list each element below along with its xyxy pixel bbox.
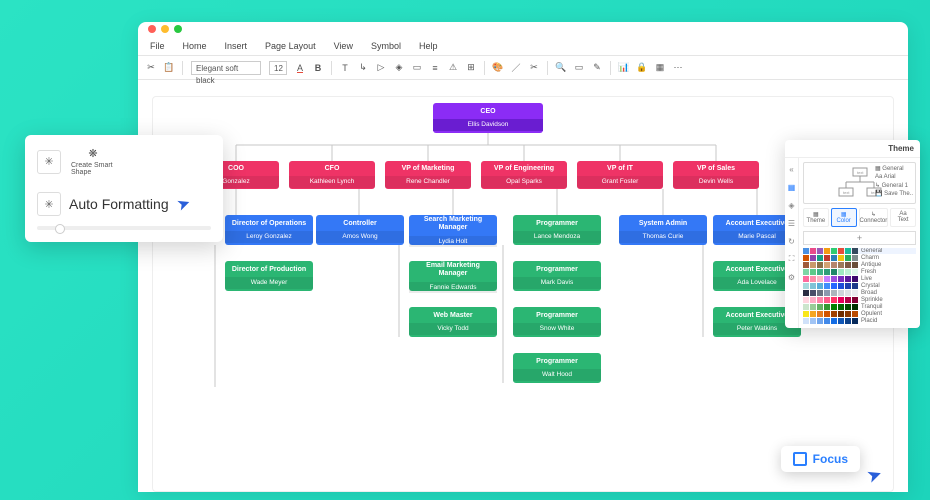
menu-symbol[interactable]: Symbol: [371, 41, 401, 51]
swatch-row[interactable]: Opulent: [803, 311, 916, 317]
bold-icon[interactable]: B: [313, 63, 323, 73]
focus-icon: [793, 452, 807, 466]
swatch-row[interactable]: General: [803, 248, 916, 254]
org-node[interactable]: Email Marketing ManagerFannie Edwards: [409, 261, 497, 291]
swatch-row[interactable]: Tranquil: [803, 304, 916, 310]
org-chart: CEOEllis DavidsonCOOGonzalezCFOKathleen …: [153, 97, 893, 491]
tab-text[interactable]: AaText: [890, 208, 916, 227]
format-slider[interactable]: [37, 226, 211, 230]
zoom-icon[interactable]: 🔍: [556, 63, 566, 73]
swatch-row[interactable]: Antique: [803, 262, 916, 268]
theme-opt-general[interactable]: ▦ General: [875, 165, 913, 173]
font-color-icon[interactable]: A: [295, 63, 305, 73]
menu-view[interactable]: View: [334, 41, 353, 51]
theme-opt-arial[interactable]: Aa Arial: [875, 173, 913, 181]
org-node[interactable]: ProgrammerLance Mendoza: [513, 215, 601, 245]
maximize-dot[interactable]: [174, 25, 182, 33]
layer-icon[interactable]: ☰: [787, 218, 797, 228]
font-select[interactable]: Elegant soft black: [191, 61, 261, 75]
chart-icon[interactable]: 📊: [619, 63, 629, 73]
swatch-row[interactable]: Broad: [803, 290, 916, 296]
menu-insert[interactable]: Insert: [225, 41, 248, 51]
org-node[interactable]: VP of SalesDevin Wells: [673, 161, 759, 189]
menu-page-layout[interactable]: Page Layout: [265, 41, 316, 51]
fill-icon[interactable]: 🎨: [493, 63, 503, 73]
paste-icon[interactable]: 📋: [164, 63, 174, 73]
swatch-row[interactable]: Sprinkle: [803, 297, 916, 303]
grid-icon[interactable]: ▦: [655, 63, 665, 73]
cut-icon[interactable]: ✂: [146, 63, 156, 73]
theme-tab-icon[interactable]: ▦: [787, 182, 797, 192]
add-theme-button[interactable]: +: [803, 231, 916, 245]
layers-icon[interactable]: ◈: [394, 63, 404, 73]
swatch-row[interactable]: Live: [803, 276, 916, 282]
theme-opt-general1[interactable]: ↳ General 1: [875, 182, 913, 190]
shape-icon[interactable]: ▭: [412, 63, 422, 73]
smart-shape-popup: ✳ ❋ Create Smart Shape ✳ Auto Formatting…: [25, 135, 223, 242]
theme-preview: texttexttext ▦ General Aa Arial ↳ Genera…: [803, 162, 916, 204]
theme-opt-save[interactable]: 💾 Save The..: [875, 190, 913, 198]
crop-icon[interactable]: ✂: [529, 63, 539, 73]
focus-button[interactable]: Focus: [781, 446, 860, 472]
menu-file[interactable]: File: [150, 41, 165, 51]
more-icon[interactable]: ⋯: [673, 63, 683, 73]
org-node[interactable]: CFOKathleen Lynch: [289, 161, 375, 189]
titlebar: [138, 22, 908, 36]
swatch-row[interactable]: Charm: [803, 255, 916, 261]
org-node[interactable]: Search Marketing ManagerLydia Holt: [409, 215, 497, 245]
align-icon[interactable]: ≡: [430, 63, 440, 73]
theme-panel: Theme « ▦ ◈ ☰ ↻ ⛶ ⚙ texttexttext ▦ Gener…: [785, 140, 920, 328]
swatch-row[interactable]: Placid: [803, 318, 916, 324]
tab-connector[interactable]: ↳Connector: [859, 208, 889, 227]
color-swatch-list: GeneralCharmAntiqueFreshLiveCrystalBroad…: [803, 248, 916, 324]
theme-sidebar: « ▦ ◈ ☰ ↻ ⛶ ⚙: [785, 158, 799, 328]
distribute-icon[interactable]: ⚠: [448, 63, 458, 73]
tab-color[interactable]: ▦Color: [831, 208, 857, 227]
lock-icon[interactable]: 🔒: [637, 63, 647, 73]
group-icon[interactable]: ⊞: [466, 63, 476, 73]
create-smart-shape-button[interactable]: ❋ Create Smart Shape: [71, 147, 115, 176]
history-icon[interactable]: ↻: [787, 236, 797, 246]
line-icon[interactable]: ／: [511, 63, 521, 73]
org-node[interactable]: System AdminThomas Curie: [619, 215, 707, 245]
svg-text:text: text: [857, 170, 864, 175]
org-node[interactable]: VP of EngineeringOpal Sparks: [481, 161, 567, 189]
org-node[interactable]: ProgrammerWalt Hood: [513, 353, 601, 383]
settings-icon[interactable]: ⚙: [787, 272, 797, 282]
connector-icon[interactable]: ↳: [358, 63, 368, 73]
toolbar: ✂ 📋 Elegant soft black 12 A B T ↳ ▷ ◈ ▭ …: [138, 56, 908, 80]
menubar: File Home Insert Page Layout View Symbol…: [138, 36, 908, 56]
org-node[interactable]: ControllerAmos Wong: [316, 215, 404, 245]
style-icon[interactable]: ◈: [787, 200, 797, 210]
pointer-icon[interactable]: ▷: [376, 63, 386, 73]
menu-home[interactable]: Home: [183, 41, 207, 51]
org-node[interactable]: CEOEllis Davidson: [433, 103, 543, 133]
minimize-dot[interactable]: [161, 25, 169, 33]
auto-formatting-label: Auto Formatting: [69, 196, 169, 212]
org-node[interactable]: Director of ProductionWade Meyer: [225, 261, 313, 291]
fit-icon[interactable]: ⛶: [787, 254, 797, 264]
swatch-row[interactable]: Fresh: [803, 269, 916, 275]
org-node[interactable]: Web MasterVicky Todd: [409, 307, 497, 337]
org-node[interactable]: Director of OperationsLeroy Gonzalez: [225, 215, 313, 245]
svg-text:text: text: [843, 190, 850, 195]
auto-format-icon[interactable]: ✳: [37, 192, 61, 216]
org-node[interactable]: ProgrammerMark Davis: [513, 261, 601, 291]
org-node[interactable]: VP of MarketingRene Chandler: [385, 161, 471, 189]
canvas[interactable]: CEOEllis DavidsonCOOGonzalezCFOKathleen …: [152, 96, 894, 492]
tab-theme[interactable]: ▦Theme: [803, 208, 829, 227]
font-size-select[interactable]: 12: [269, 61, 287, 75]
sparkle-icon[interactable]: ✳: [37, 150, 61, 174]
org-node[interactable]: VP of ITGrant Foster: [577, 161, 663, 189]
collapse-icon[interactable]: «: [787, 164, 797, 174]
org-node[interactable]: ProgrammerSnow White: [513, 307, 601, 337]
theme-panel-title: Theme: [785, 140, 920, 158]
close-dot[interactable]: [148, 25, 156, 33]
frame-icon[interactable]: ▭: [574, 63, 584, 73]
text-icon[interactable]: T: [340, 63, 350, 73]
pen-icon[interactable]: ✎: [592, 63, 602, 73]
swatch-row[interactable]: Crystal: [803, 283, 916, 289]
cursor-icon: ➤: [174, 192, 193, 215]
menu-help[interactable]: Help: [419, 41, 438, 51]
